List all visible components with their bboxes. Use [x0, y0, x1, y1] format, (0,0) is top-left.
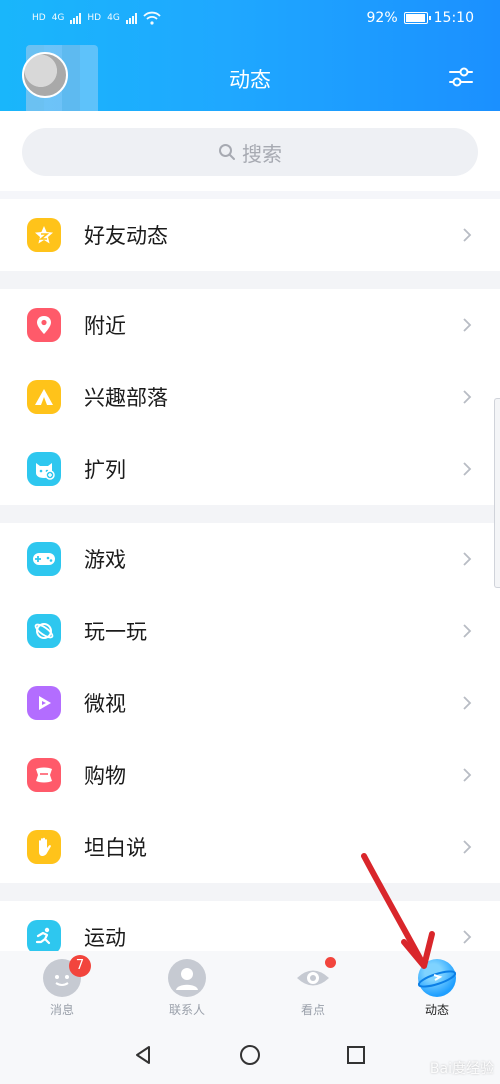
gamepad-icon: [27, 542, 61, 576]
search-icon: [219, 144, 235, 160]
list-item-label: 游戏: [84, 548, 126, 572]
page-title: 动态: [229, 68, 271, 92]
status-bar: HD 4G HD 4G 92% 15:10: [0, 8, 500, 34]
section-separator: [0, 505, 500, 523]
chevron-right-icon: [463, 552, 472, 566]
list-item-weishi[interactable]: 微视: [0, 667, 500, 739]
running-icon: [27, 920, 61, 954]
edge-scroll-handle[interactable]: [494, 398, 500, 588]
list-item-label: 玩一玩: [84, 620, 147, 644]
list-item-label: 扩列: [84, 458, 126, 482]
planet-dynamic-icon: [417, 959, 457, 997]
eye-icon: [294, 957, 336, 997]
bottom-tab-bar: 7 消息 联系人 看点 动态: [0, 951, 500, 1026]
chevron-right-icon: [463, 930, 472, 944]
list-item-label: 微视: [84, 692, 126, 716]
messages-icon: 7: [43, 955, 91, 997]
chevron-right-icon: [463, 696, 472, 710]
list-item-nearby[interactable]: 附近: [0, 289, 500, 361]
chevron-right-icon: [463, 228, 472, 242]
friends-feed-icon: [27, 218, 61, 252]
chevron-right-icon: [463, 624, 472, 638]
tab-label: 消息: [49, 1003, 74, 1017]
tab-label: 联系人: [168, 1003, 205, 1017]
list-item-interest-tribe[interactable]: 兴趣部落: [0, 361, 500, 433]
tab-contacts[interactable]: 联系人: [142, 959, 232, 1018]
list-item-label: 兴趣部落: [84, 386, 168, 410]
tab-messages[interactable]: 7 消息: [17, 955, 107, 1018]
unread-badge: 7: [69, 955, 91, 977]
list-item-expand-list[interactable]: 扩列: [0, 433, 500, 505]
search-placeholder: 搜索: [242, 141, 282, 166]
list-item-play[interactable]: 玩一玩: [0, 595, 500, 667]
chevron-right-icon: [463, 462, 472, 476]
planet-icon: [27, 614, 61, 648]
cat-plus-icon: [27, 452, 61, 486]
list-item-friends-feed[interactable]: 好友动态: [0, 199, 500, 271]
new-content-dot: [325, 957, 336, 968]
group-entertainment: 游戏 玩一玩 微视 购物 坦白说: [0, 523, 500, 883]
back-icon[interactable]: [132, 1044, 154, 1066]
signal-strength-icon: [70, 12, 82, 24]
chevron-right-icon: [463, 318, 472, 332]
recents-icon[interactable]: [345, 1044, 367, 1066]
location-pin-icon: [27, 308, 61, 342]
signal-indicators: HD 4G HD 4G: [32, 11, 161, 25]
battery-icon: [403, 12, 431, 24]
list-item-label: 附近: [84, 314, 126, 338]
search-area: 搜索: [0, 111, 500, 191]
network-type-1: 4G: [51, 13, 65, 23]
chevron-right-icon: [463, 768, 472, 782]
search-input[interactable]: 搜索: [22, 128, 478, 176]
hd-label-2: HD: [87, 13, 102, 23]
shopping-icon: [27, 758, 61, 792]
hd-label-1: HD: [32, 13, 46, 23]
home-icon[interactable]: [239, 1044, 261, 1066]
system-navigation-bar: Bai度经验: [0, 1026, 500, 1084]
wifi-icon: [143, 11, 161, 25]
group-friends: 好友动态: [0, 199, 500, 271]
battery-percent: 92%: [366, 10, 398, 26]
tent-icon: [27, 380, 61, 414]
list-item-label: 好友动态: [84, 224, 168, 248]
signal-strength-icon-2: [125, 12, 137, 24]
network-type-2: 4G: [107, 13, 120, 23]
list-item-label: 运动: [84, 926, 126, 950]
play-icon: [27, 686, 61, 720]
list-item-shopping[interactable]: 购物: [0, 739, 500, 811]
tab-dynamic[interactable]: 动态: [392, 959, 482, 1018]
group-social: 附近 兴趣部落 扩列: [0, 289, 500, 505]
list-item-confess[interactable]: 坦白说: [0, 811, 500, 883]
section-separator: [0, 883, 500, 901]
tab-kandian[interactable]: 看点: [268, 957, 358, 1018]
hand-icon: [27, 830, 61, 864]
section-separator: [0, 271, 500, 289]
tab-label: 看点: [300, 1003, 325, 1017]
clock: 15:10: [433, 10, 474, 26]
status-right: 92% 15:10: [367, 10, 474, 26]
chevron-right-icon: [463, 390, 472, 404]
tab-label: 动态: [424, 1003, 449, 1017]
chevron-right-icon: [463, 840, 472, 854]
contacts-icon: [168, 959, 206, 997]
list-item-label: 坦白说: [84, 836, 147, 860]
top-header: HD 4G HD 4G 92% 15:10 动态: [0, 0, 500, 135]
watermark: Bai度经验: [429, 1061, 494, 1077]
list-item-games[interactable]: 游戏: [0, 523, 500, 595]
list-item-label: 购物: [84, 764, 126, 788]
filter-settings-icon[interactable]: [448, 66, 474, 88]
